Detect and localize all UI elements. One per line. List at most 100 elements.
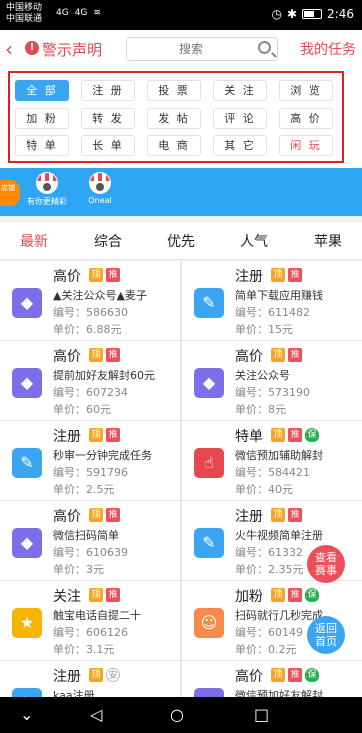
filter-chip[interactable]: 注 册 — [81, 80, 135, 101]
task-code-line: 编号：607234 — [53, 384, 128, 400]
task-code-line: 编号：610639 — [53, 544, 128, 560]
task-code-line: 编号：591796 — [53, 464, 128, 480]
price-label: 单价： — [53, 323, 86, 336]
search-input[interactable] — [131, 38, 251, 60]
user-item[interactable]: 有你更精彩 — [17, 172, 77, 207]
task-price: 8元 — [268, 403, 286, 416]
task-title: 注册 — [235, 509, 263, 525]
tag-ding: 顶 — [271, 348, 285, 362]
carrier-1: 中国移动 — [6, 3, 43, 13]
tab-latest[interactable]: 最新 — [20, 231, 48, 251]
task-card[interactable]: ✎ 注册顶推简单下载应用赚钱 编号：611482 单价：15元 — [182, 261, 362, 340]
back-home-button[interactable]: 返回 首页 — [307, 616, 345, 654]
filter-chip[interactable]: 高 价 — [279, 108, 333, 129]
task-card[interactable]: ✎注册顶安kaa注册编号：单价： — [0, 661, 180, 697]
back-icon[interactable]: ‹ — [5, 37, 13, 61]
task-card[interactable]: ☝ 特单顶推保微信预加辅助解封 编号：584421 单价：40元 — [182, 421, 362, 500]
task-card[interactable]: ◆ 高价顶推提前加好友解封60元 编号：607234 单价：60元 — [0, 341, 180, 420]
task-price-line: 单价：60元 — [53, 401, 111, 417]
tab-overall[interactable]: 综合 — [94, 231, 122, 251]
task-code: 610639 — [86, 546, 128, 559]
tab-priority[interactable]: 优先 — [167, 231, 195, 251]
task-card[interactable]: ◆ 高价顶推关注公众号 编号：573190 单价：8元 — [182, 341, 362, 420]
price-label: 单价： — [53, 483, 86, 496]
task-tags: 顶推 — [89, 508, 120, 522]
task-code-line: 编号：60149 — [235, 624, 303, 640]
code-label: 编号： — [53, 626, 86, 639]
filter-chip[interactable]: 电 商 — [147, 135, 201, 156]
battery-icon — [302, 9, 323, 19]
task-description: 关注公众号 — [235, 369, 290, 382]
task-code: 61332 — [268, 546, 303, 559]
task-price: 6.88元 — [86, 323, 122, 336]
filter-chip[interactable]: 投 票 — [147, 80, 201, 101]
disclaimer-link[interactable]: 警示声明 — [42, 39, 102, 60]
task-card[interactable]: ✎ 注册顶推秒审一分钟完成任务 编号：591796 单价：2.5元 — [0, 421, 180, 500]
task-title: 高价 — [53, 349, 81, 365]
tag-bao: 保 — [305, 668, 319, 682]
icon-glyph: ◆ — [194, 688, 224, 697]
nav-recents-icon[interactable]: □ — [254, 705, 269, 724]
my-tasks-button[interactable]: 我的任务 — [300, 39, 356, 59]
icon-glyph: ◆ — [20, 373, 34, 392]
filter-chip[interactable]: 浏 览 — [279, 80, 333, 101]
task-price-line: 单价：40元 — [235, 481, 293, 497]
search-box[interactable] — [126, 37, 278, 61]
tag-tui: 推 — [288, 348, 302, 362]
diamond-icon: ◆ — [12, 368, 42, 398]
task-card[interactable]: ◆高价顶推保微信预加好友解封编号：单价： — [182, 661, 362, 697]
filter-chip[interactable]: 闲 玩 — [279, 135, 333, 156]
network-2: 4G — [74, 8, 88, 18]
search-icon[interactable] — [258, 41, 271, 54]
tag-bao: 保 — [305, 428, 319, 442]
task-description: 触宝电话自提二十 — [53, 609, 141, 622]
task-card[interactable]: ◆ 高价顶推微信扫码简单 编号：610639 单价：3元 — [0, 501, 180, 580]
user-item[interactable]: Oneal — [70, 172, 130, 205]
tag-ding: 顶 — [271, 508, 285, 522]
filter-chip[interactable]: 关 注 — [213, 80, 267, 101]
task-description: 微信预加好友解封 — [235, 689, 323, 697]
task-title: 注册 — [53, 669, 81, 685]
tag-tui: 推 — [106, 508, 120, 522]
filter-chip[interactable]: 评 论 — [213, 108, 267, 129]
filter-chip[interactable]: 发 帖 — [147, 108, 201, 129]
filter-chip[interactable]: 长 单 — [81, 135, 135, 156]
filter-chip[interactable]: 转 发 — [81, 108, 135, 129]
user-strip: 店铺 有你更精彩 Oneal — [0, 168, 362, 216]
filter-chip[interactable]: 其 它 — [213, 135, 267, 156]
task-title: 注册 — [53, 429, 81, 445]
header: ‹ ! 警示声明 我的任务 — [0, 30, 362, 68]
task-price: 40元 — [268, 483, 293, 496]
filter-chip[interactable]: 加 粉 — [15, 108, 69, 129]
nav-home-icon[interactable]: ○ — [170, 705, 184, 724]
tag-ding: 顶 — [271, 428, 285, 442]
user-add-icon: ☺ — [194, 608, 224, 638]
nav-back-icon[interactable]: ◁ — [90, 705, 102, 724]
icon-glyph: ☺ — [200, 613, 218, 632]
tab-apple[interactable]: 苹果 — [314, 231, 342, 251]
icon-glyph: ◆ — [202, 373, 216, 392]
task-title: 关注 — [53, 589, 81, 605]
filter-chip[interactable]: 特 单 — [15, 135, 69, 156]
tab-popular[interactable]: 人气 — [240, 231, 268, 251]
tag-tui: 推 — [288, 588, 302, 602]
tag-ding: 顶 — [89, 428, 103, 442]
pencil-icon: ✎ — [194, 528, 224, 558]
task-tags: 顶推 — [271, 348, 302, 362]
task-card[interactable]: ★ 关注顶推触宝电话自提二十 编号：606126 单价：3.1元 — [0, 581, 180, 660]
task-card[interactable]: ◆ 高价顶推 ▲关注公众号▲麦子 编号：586630 单价：6.88元 — [0, 261, 180, 340]
task-description: 秒审一分钟完成任务 — [53, 449, 152, 462]
icon-glyph: ☝ — [204, 453, 214, 472]
filter-chip[interactable]: 全 部 — [15, 80, 69, 101]
system-nav-bar: ⌄ ◁ ○ □ — [0, 697, 362, 733]
task-tags: 顶推 — [89, 588, 120, 602]
nav-collapse-icon[interactable]: ⌄ — [20, 705, 33, 724]
task-title: 高价 — [53, 509, 81, 525]
wifi-icon: ≋ — [93, 8, 101, 18]
task-price-line: 单价：2.5元 — [53, 481, 115, 497]
alarm-icon: ◷ — [271, 7, 282, 21]
task-title: 注册 — [235, 269, 263, 285]
task-price: 2.35元 — [268, 563, 304, 576]
diamond-icon: ◆ — [194, 368, 224, 398]
view-match-button[interactable]: 查看 赛事 — [307, 545, 345, 583]
